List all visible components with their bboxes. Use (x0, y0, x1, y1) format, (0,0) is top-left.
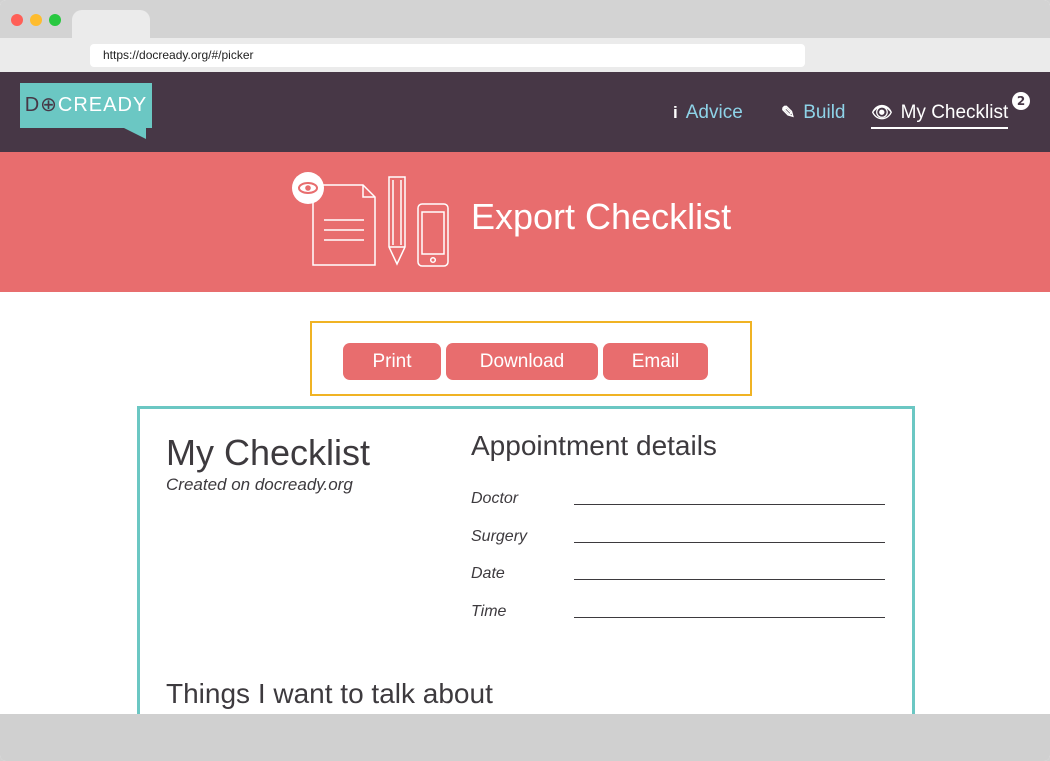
checklist-title: My Checklist (166, 432, 371, 473)
nav-my-checklist[interactable]: 👁 My Checklist (871, 102, 1009, 129)
field-line-doctor (574, 504, 885, 505)
browser-tab[interactable] (72, 10, 150, 38)
url-input[interactable]: https://docready.org/#/picker (90, 44, 805, 67)
things-to-talk-about-heading: Things I want to talk about (166, 678, 493, 709)
minimize-window-button[interactable] (30, 14, 42, 26)
browser-titlebar (0, 0, 1050, 38)
field-label-date: Date (471, 565, 505, 582)
browser-window: https://docready.org/#/picker D⊕CREADY i… (0, 0, 1050, 761)
browser-bottom-bar (0, 714, 1050, 761)
field-line-date (574, 579, 885, 580)
docready-logo[interactable]: D⊕CREADY (20, 83, 152, 128)
print-button[interactable]: Print (343, 343, 441, 380)
checklist-count-badge: 2 (1012, 92, 1030, 110)
page-title: Export Checklist (471, 196, 732, 237)
site-navbar: D⊕CREADY i Advice ✎ Build 👁 My Checklist (0, 72, 1050, 152)
field-line-time (574, 617, 885, 618)
nav-build[interactable]: ✎ Build (781, 102, 846, 126)
nav-advice[interactable]: i Advice (673, 102, 743, 126)
maximize-window-button[interactable] (49, 14, 61, 26)
nav-my-checklist-label: My Checklist (900, 102, 1009, 123)
logo-text: D⊕CREADY (24, 94, 148, 116)
email-button[interactable]: Email (603, 343, 708, 380)
download-button[interactable]: Download (446, 343, 598, 380)
logo-speech-tail (122, 127, 146, 139)
eye-icon: 👁 (871, 103, 893, 122)
checklist-subtitle: Created on docready.org (166, 475, 353, 494)
nav-advice-label: Advice (685, 102, 743, 123)
field-label-doctor: Doctor (471, 490, 519, 507)
field-line-surgery (574, 542, 885, 543)
appointment-details-heading: Appointment details (471, 430, 717, 461)
export-devices-icon (292, 172, 449, 267)
nav-build-label: Build (803, 102, 846, 123)
info-icon: i (673, 103, 678, 122)
field-label-surgery: Surgery (471, 528, 528, 545)
pencil-icon: ✎ (781, 103, 796, 122)
close-window-button[interactable] (11, 14, 23, 26)
hero-banner: Export Checklist (0, 152, 1050, 292)
address-bar: https://docready.org/#/picker (0, 38, 1050, 72)
field-label-time: Time (471, 603, 507, 620)
